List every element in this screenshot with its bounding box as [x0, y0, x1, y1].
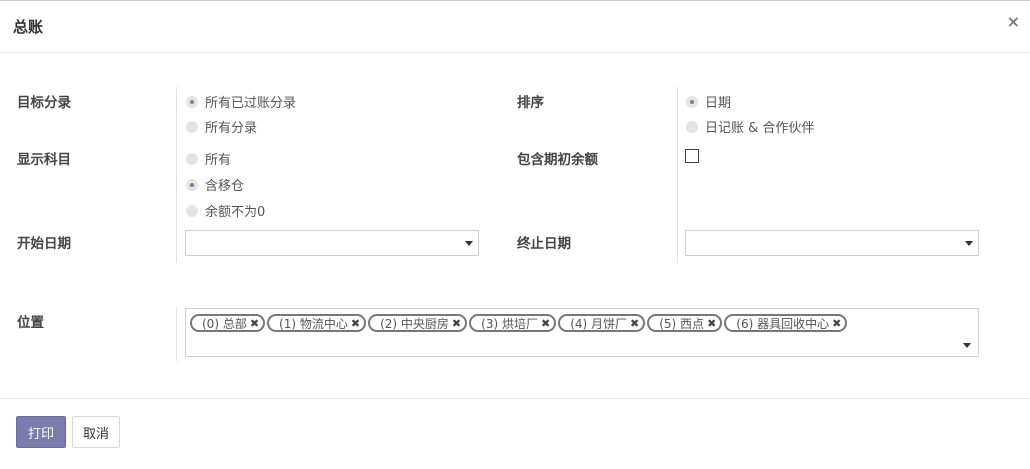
radio-unselected-icon	[186, 152, 198, 165]
display-account-label: 显示科目	[17, 152, 71, 168]
location-tag: (1) 物流中心 ✖	[267, 314, 367, 332]
remove-tag-icon[interactable]: ✖	[351, 318, 360, 329]
option-label: 所有已过账分录	[205, 96, 297, 111]
location-tags-input[interactable]: (0) 总部 ✖ (1) 物流中心 ✖ (2) 中央厨房 ✖ (3) 烘培厂 ✖…	[185, 308, 979, 357]
date-from-select[interactable]	[185, 230, 479, 256]
print-button[interactable]: 打印	[16, 416, 66, 448]
close-icon[interactable]: ×	[1007, 14, 1020, 30]
tag-label: (2) 中央厨房	[380, 316, 449, 331]
radio-selected-icon	[186, 95, 198, 108]
tag-label: (3) 烘培厂	[481, 316, 538, 331]
option-label: 余额不为0	[205, 205, 266, 220]
remove-tag-icon[interactable]: ✖	[630, 318, 639, 329]
target-move-all-option[interactable]: 所有分录	[186, 117, 257, 136]
option-label: 日期	[705, 96, 732, 111]
sort-journal-partner-option[interactable]: 日记账 & 合作伙伴	[686, 117, 814, 136]
left-column-divider	[176, 87, 177, 263]
location-tag-list: (0) 总部 ✖ (1) 物流中心 ✖ (2) 中央厨房 ✖ (3) 烘培厂 ✖…	[190, 314, 849, 332]
initial-balance-label: 包含期初余额	[517, 152, 598, 168]
tag-label: (6) 器具回收中心	[736, 316, 830, 331]
tag-label: (0) 总部	[202, 316, 247, 331]
cancel-button[interactable]: 取消	[72, 416, 120, 448]
date-to-select[interactable]	[685, 230, 979, 256]
location-tag: (6) 器具回收中心 ✖	[724, 314, 848, 332]
location-tag: (2) 中央厨房 ✖	[368, 314, 468, 332]
radio-selected-icon	[686, 95, 698, 108]
tag-label: (4) 月饼厂	[570, 316, 628, 331]
radio-unselected-icon	[186, 120, 198, 133]
chevron-down-icon	[965, 241, 973, 246]
location-tag: (4) 月饼厂 ✖	[558, 314, 646, 332]
display-account-all-option[interactable]: 所有	[186, 149, 231, 168]
option-label: 所有	[205, 153, 232, 168]
remove-tag-icon[interactable]: ✖	[832, 318, 841, 329]
dialog-header: 总账 ×	[0, 1, 1030, 53]
tag-label: (5) 西点	[659, 316, 705, 331]
radio-selected-icon	[186, 178, 198, 191]
location-tag: (0) 总部 ✖	[190, 314, 266, 332]
display-account-nonzero-option[interactable]: 余额不为0	[186, 201, 265, 220]
date-from-label: 开始日期	[17, 236, 71, 252]
remove-tag-icon[interactable]: ✖	[250, 318, 259, 329]
chevron-down-icon[interactable]	[963, 343, 971, 348]
option-label: 所有分录	[205, 121, 258, 136]
target-move-label: 目标分录	[17, 95, 71, 111]
option-label: 含移仓	[205, 179, 245, 194]
location-tag: (5) 西点 ✖	[647, 314, 723, 332]
sort-date-option[interactable]: 日期	[686, 92, 731, 111]
general-ledger-dialog: 总账 × 目标分录 所有已过账分录 所有分录 排序 日期 日记账 & 合作伙伴 …	[0, 0, 1030, 469]
target-move-posted-option[interactable]: 所有已过账分录	[186, 92, 296, 111]
initial-balance-checkbox[interactable]	[685, 149, 699, 163]
right-column-divider	[677, 87, 678, 263]
radio-unselected-icon	[186, 204, 198, 217]
tag-label: (1) 物流中心	[279, 316, 348, 331]
location-label: 位置	[17, 315, 44, 331]
sort-label: 排序	[517, 95, 544, 111]
location-divider	[176, 306, 177, 361]
date-to-label: 终止日期	[517, 236, 571, 252]
dialog-title: 总账	[13, 18, 44, 36]
remove-tag-icon[interactable]: ✖	[707, 318, 716, 329]
remove-tag-icon[interactable]: ✖	[541, 318, 550, 329]
chevron-down-icon	[465, 241, 473, 246]
remove-tag-icon[interactable]: ✖	[452, 318, 461, 329]
display-account-movement-option[interactable]: 含移仓	[186, 175, 244, 194]
option-label: 日记账 & 合作伙伴	[705, 121, 815, 136]
radio-unselected-icon	[686, 120, 698, 133]
location-tag: (3) 烘培厂 ✖	[469, 314, 557, 332]
dialog-footer: 打印 取消	[0, 398, 1030, 469]
